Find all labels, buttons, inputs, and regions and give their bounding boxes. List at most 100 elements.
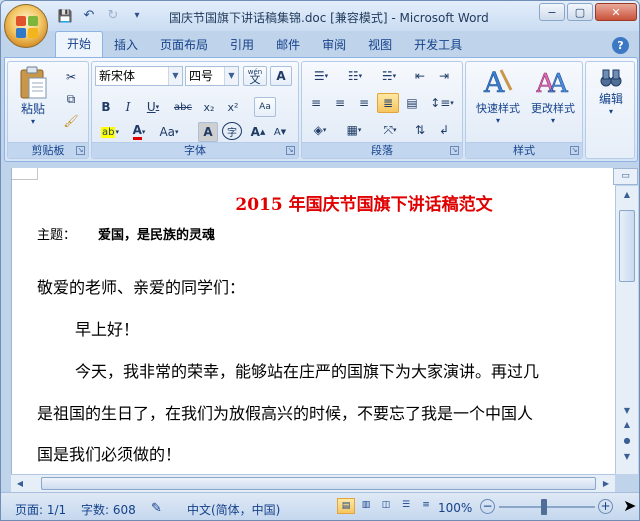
maximize-button[interactable]: ▢ — [567, 3, 593, 21]
qat-customize-icon[interactable]: ▾ — [128, 7, 146, 24]
scroll-up-icon[interactable]: ▲ — [619, 188, 635, 202]
font-color-button[interactable]: A ▾ — [126, 122, 152, 142]
phonetic-guide-button[interactable]: wén 文 — [243, 66, 267, 86]
format-painter-icon[interactable]: 🖌 — [60, 111, 82, 131]
borders-icon[interactable]: ▦ ▾ — [339, 120, 369, 140]
office-button[interactable] — [4, 4, 48, 48]
close-button[interactable]: ✕ — [595, 3, 637, 21]
align-center-icon[interactable]: ≡ — [329, 93, 351, 113]
tab-home[interactable]: 开始 — [55, 31, 104, 57]
align-right-icon[interactable]: ≡ — [353, 93, 375, 113]
select-browse-object-icon[interactable]: ● — [619, 434, 635, 448]
undo-icon[interactable]: ↶ — [80, 7, 98, 24]
distributed-icon[interactable]: ▤ — [401, 93, 423, 113]
shrink-font-button[interactable]: A ▼ — [270, 122, 290, 142]
subscript-button[interactable]: x₂ — [198, 97, 220, 117]
show-marks-icon[interactable]: ↲ — [433, 120, 455, 140]
quick-styles-button[interactable]: A 快速样式 ▾ — [472, 64, 524, 125]
highlight-button[interactable]: ab ▾ — [96, 122, 124, 142]
language-indicator[interactable]: 中文(简体，中国) — [187, 501, 280, 518]
draft-view-icon[interactable]: ≡ — [417, 498, 435, 514]
clipboard-launcher-icon[interactable]: ↘ — [76, 146, 85, 155]
editing-dropdown-icon[interactable]: ▾ — [609, 107, 613, 116]
redo-icon[interactable]: ↻ — [104, 7, 122, 24]
scroll-left-icon[interactable]: ◀ — [13, 477, 27, 490]
tab-insert[interactable]: 插入 — [103, 33, 149, 57]
bold-button[interactable]: B — [96, 97, 116, 117]
copy-icon[interactable]: ⧉ — [60, 89, 82, 109]
character-shading-button[interactable]: A — [198, 122, 218, 142]
paste-label: 粘贴 — [20, 102, 45, 116]
tab-review[interactable]: 审阅 — [311, 33, 357, 57]
vertical-scroll-thumb[interactable] — [619, 210, 635, 282]
bullets-icon[interactable]: ☰ ▾ — [305, 66, 337, 86]
paste-dropdown-icon[interactable]: ▾ — [31, 117, 35, 126]
zoom-slider-thumb[interactable] — [541, 499, 547, 515]
font-color-label: A — [132, 124, 142, 140]
quick-access-toolbar: 💾 ↶ ↻ ▾ — [56, 7, 146, 24]
tab-view[interactable]: 视图 — [357, 33, 403, 57]
sort-icon[interactable]: ⇅ — [409, 120, 431, 140]
decrease-indent-icon[interactable]: ⇤ — [409, 66, 431, 86]
previous-page-icon[interactable]: ▲ — [619, 418, 635, 432]
tab-references[interactable]: 引用 — [219, 33, 265, 57]
scroll-right-icon[interactable]: ▶ — [599, 477, 613, 490]
justify-icon[interactable]: ≣ — [377, 93, 399, 113]
zoom-out-icon[interactable]: − — [480, 499, 495, 514]
proofing-icon[interactable]: ✎ — [151, 501, 162, 516]
increase-indent-icon[interactable]: ⇥ — [433, 66, 455, 86]
full-screen-reading-icon[interactable]: ▥ — [357, 498, 375, 514]
italic-button[interactable]: I — [118, 97, 138, 117]
chinese-layout-icon[interactable]: ⤧ ▾ — [375, 120, 405, 140]
change-styles-dropdown-icon[interactable]: ▾ — [551, 116, 555, 125]
help-icon[interactable]: ? — [612, 37, 629, 54]
doc-line: 是祖国的生日了，在我们为放假高兴的时候，不要忘了我是一个中国人 — [37, 404, 534, 423]
vertical-scrollbar[interactable]: ▲ ▲ ● ▼ ▼ — [615, 186, 638, 474]
align-left-icon[interactable]: ≡ — [305, 93, 327, 113]
clear-formatting-button[interactable]: Aa — [254, 97, 276, 117]
multilevel-list-icon[interactable]: ☵ ▾ — [373, 66, 405, 86]
editing-button[interactable]: 编辑 ▾ — [590, 66, 632, 116]
horizontal-scrollbar[interactable]: ◀ ▶ — [11, 474, 615, 492]
underline-button[interactable]: U ▾ — [140, 97, 166, 117]
outline-view-icon[interactable]: ☰ — [397, 498, 415, 514]
print-layout-icon[interactable]: ▤ — [337, 498, 355, 514]
superscript-button[interactable]: x² — [222, 97, 244, 117]
quick-styles-dropdown-icon[interactable]: ▾ — [496, 116, 500, 125]
enclose-characters-button[interactable]: 字 — [222, 122, 242, 140]
change-case-button[interactable]: Aa ▾ — [154, 122, 184, 142]
zoom-in-icon[interactable]: + — [598, 499, 613, 514]
shading-icon[interactable]: ◈ ▾ — [305, 120, 335, 140]
change-styles-button[interactable]: A A 更改样式 ▾ — [526, 64, 580, 125]
editing-group: 编辑 ▾ — [585, 61, 635, 159]
window-controls: − ▢ ✕ — [539, 3, 637, 21]
line-spacing-icon[interactable]: ↕≡ ▾ — [427, 93, 457, 113]
horizontal-scroll-thumb[interactable] — [41, 477, 596, 490]
title-bar: 💾 ↶ ↻ ▾ 国庆节国旗下讲话稿集锦.doc [兼容模式] - Microso… — [1, 1, 639, 31]
grow-font-button[interactable]: A ▲ — [248, 122, 268, 142]
tab-mailings[interactable]: 邮件 — [265, 33, 311, 57]
numbering-icon[interactable]: ☷ ▾ — [339, 66, 371, 86]
document-page[interactable]: 2015 年国庆节国旗下讲话稿范文 主题： 爱国，是民族的灵魂 敬爱的老师、亲爱… — [11, 168, 615, 474]
paragraph-launcher-icon[interactable]: ↘ — [450, 146, 459, 155]
page-count[interactable]: 页面: 1/1 — [15, 501, 66, 518]
cut-icon[interactable]: ✂ — [60, 67, 82, 87]
tab-page-layout[interactable]: 页面布局 — [149, 33, 219, 57]
font-name-select[interactable]: 新宋体 ▼ — [95, 66, 183, 86]
web-layout-icon[interactable]: ◫ — [377, 498, 395, 514]
view-ruler-icon[interactable]: ▭ — [613, 168, 638, 185]
paste-button[interactable]: 粘贴 ▾ — [14, 66, 52, 126]
zoom-slider-track[interactable] — [499, 506, 595, 508]
save-icon[interactable]: 💾 — [56, 7, 74, 24]
scroll-down-icon[interactable]: ▼ — [619, 404, 635, 418]
tab-developer[interactable]: 开发工具 — [403, 33, 473, 57]
strikethrough-button[interactable]: abc — [170, 97, 196, 117]
zoom-level[interactable]: 100% — [438, 501, 472, 515]
font-launcher-icon[interactable]: ↘ — [286, 146, 295, 155]
word-count[interactable]: 字数: 608 — [81, 501, 136, 518]
font-size-select[interactable]: 四号 ▼ — [185, 66, 239, 86]
styles-launcher-icon[interactable]: ↘ — [570, 146, 579, 155]
next-page-icon[interactable]: ▼ — [619, 450, 635, 464]
minimize-button[interactable]: − — [539, 3, 565, 21]
character-border-button[interactable]: A — [270, 66, 292, 86]
